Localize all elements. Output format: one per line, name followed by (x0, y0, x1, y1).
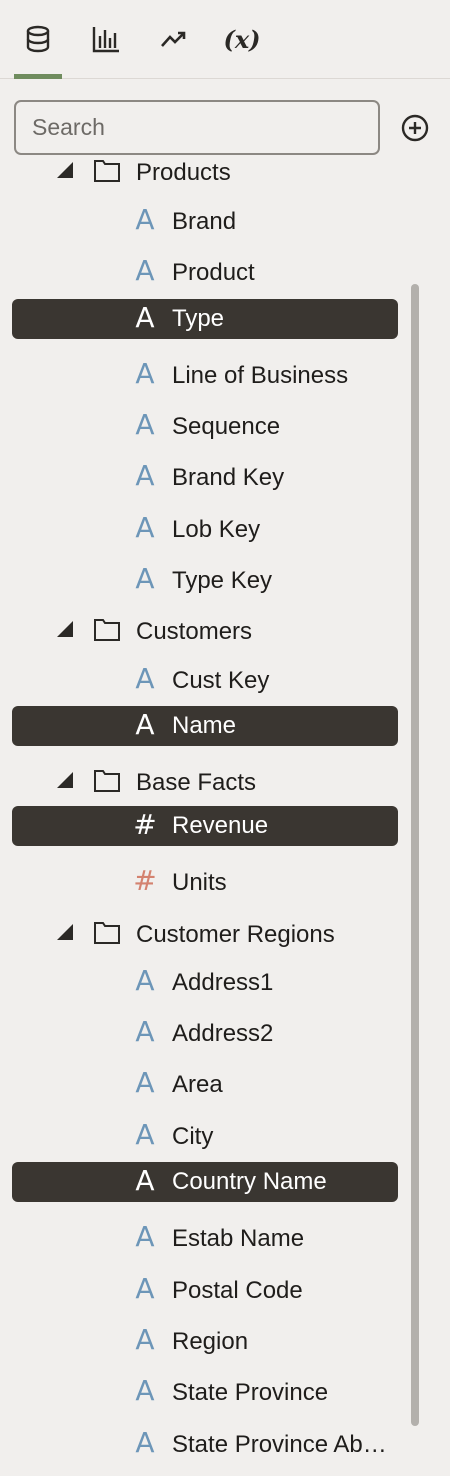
attribute-icon: A (135, 1118, 155, 1151)
folder-customers[interactable]: Customers (0, 612, 450, 654)
folder-icon (94, 160, 120, 182)
tree-item-label: Name (172, 712, 237, 739)
attribute-icon: A (135, 203, 155, 236)
database-icon (26, 25, 50, 53)
tree-item-label: City (172, 1123, 214, 1150)
tree-item-label: Postal Code (172, 1277, 303, 1304)
tree-item-label: State Province Ab… (172, 1431, 387, 1458)
tree-item-product[interactable]: A Product (0, 253, 450, 295)
vertical-scrollbar[interactable] (411, 284, 419, 1426)
tree-item-area[interactable]: A Area (0, 1065, 450, 1107)
attribute-icon: A (135, 459, 155, 492)
tree-item-label: Region (172, 1328, 249, 1355)
folder-label: Products (136, 159, 231, 186)
tree-item-revenue[interactable]: # Revenue (0, 806, 450, 848)
variable-icon: (x) (223, 24, 261, 54)
tree-item-label: Brand (172, 208, 237, 235)
attribute-icon: A (135, 1272, 155, 1305)
tree-item-label: Type (172, 305, 225, 332)
tree-item-cust-key[interactable]: A Cust Key (0, 661, 450, 703)
tab-visualizations[interactable] (82, 0, 130, 78)
attribute-icon: A (135, 301, 155, 334)
tree-item-label: Product (172, 259, 255, 286)
folder-label: Base Facts (136, 769, 257, 796)
caret-expanded-icon (57, 621, 73, 637)
folder-products[interactable]: Products (0, 153, 450, 195)
tree-item-country-name[interactable]: A Country Name (0, 1162, 450, 1204)
tree-item-state-province[interactable]: A State Province (0, 1373, 450, 1415)
folder-customer-regions[interactable]: Customer Regions (0, 915, 450, 957)
tree-item-label: Estab Name (172, 1225, 305, 1252)
attribute-icon: A (135, 511, 155, 544)
folder-base-facts[interactable]: Base Facts (0, 763, 450, 805)
tree-item-type-key[interactable]: A Type Key (0, 561, 450, 603)
tree-item-label: Units (172, 869, 227, 896)
tree-item-brand[interactable]: A Brand (0, 202, 450, 244)
attribute-icon: A (135, 1323, 155, 1356)
tree-item-label: Area (172, 1071, 223, 1098)
measure-icon: # (133, 864, 157, 897)
tab-calculations[interactable]: (x) (218, 0, 266, 78)
search-input[interactable] (14, 100, 380, 155)
attribute-icon: A (135, 1015, 155, 1048)
tree-item-address2[interactable]: A Address2 (0, 1014, 450, 1056)
tab-analytics[interactable] (150, 0, 198, 78)
tree-item-label: Line of Business (172, 362, 349, 389)
attribute-icon: A (135, 662, 155, 695)
tree-item-label: Address1 (172, 969, 274, 996)
folder-icon (94, 619, 120, 641)
attribute-icon: A (135, 254, 155, 287)
tree-item-label: Address2 (172, 1020, 274, 1047)
tree-item-sequence[interactable]: A Sequence (0, 407, 450, 449)
tree-item-label: State Province (172, 1379, 329, 1406)
tree-item-label: Type Key (172, 567, 273, 594)
tree-item-postal-code[interactable]: A Postal Code (0, 1271, 450, 1313)
tree-item-region[interactable]: A Region (0, 1322, 450, 1364)
tree-item-label: Brand Key (172, 464, 285, 491)
attribute-icon: A (135, 408, 155, 441)
attribute-icon: A (135, 1426, 155, 1459)
folder-label: Customer Regions (136, 921, 335, 948)
folder-icon (94, 922, 120, 944)
caret-expanded-icon (57, 772, 73, 788)
attribute-icon: A (135, 1066, 155, 1099)
tree-item-brand-key[interactable]: A Brand Key (0, 458, 450, 500)
tree-item-estab-name[interactable]: A Estab Name (0, 1219, 450, 1261)
caret-expanded-icon (57, 924, 73, 940)
tree-item-line-of-business[interactable]: A Line of Business (0, 356, 450, 398)
tree-item-type[interactable]: A Type (0, 299, 450, 341)
attribute-icon: A (135, 964, 155, 997)
tree-item-units[interactable]: # Units (0, 863, 450, 905)
tab-data[interactable] (14, 0, 62, 79)
folder-icon (94, 770, 120, 792)
attribute-icon: A (135, 1374, 155, 1407)
tree-item-city[interactable]: A City (0, 1117, 450, 1159)
add-circle-icon[interactable] (400, 113, 430, 143)
attribute-icon: A (135, 357, 155, 390)
tree-item-label: Country Name (172, 1168, 327, 1195)
tree-item-label: Sequence (172, 413, 281, 440)
tree-item-state-province-abbrev[interactable]: A State Province Ab… (0, 1425, 450, 1467)
tree-item-label: Revenue (172, 812, 269, 839)
attribute-icon: A (135, 562, 155, 595)
tree-item-lob-key[interactable]: A Lob Key (0, 510, 450, 552)
tree-item-label: Cust Key (172, 667, 270, 694)
trend-line-icon (161, 31, 186, 47)
caret-expanded-icon (57, 162, 73, 178)
attribute-icon: A (135, 1164, 155, 1197)
tree-item-label: Lob Key (172, 516, 261, 543)
attribute-icon: A (135, 1220, 155, 1253)
tree-item-name[interactable]: A Name (0, 706, 450, 748)
tree-item-address1[interactable]: A Address1 (0, 963, 450, 1005)
measure-icon: # (133, 808, 157, 841)
panel-tab-bar: (x) (0, 0, 450, 79)
attribute-icon: A (135, 708, 155, 741)
folder-label: Customers (136, 618, 253, 645)
bar-chart-icon (92, 27, 119, 53)
